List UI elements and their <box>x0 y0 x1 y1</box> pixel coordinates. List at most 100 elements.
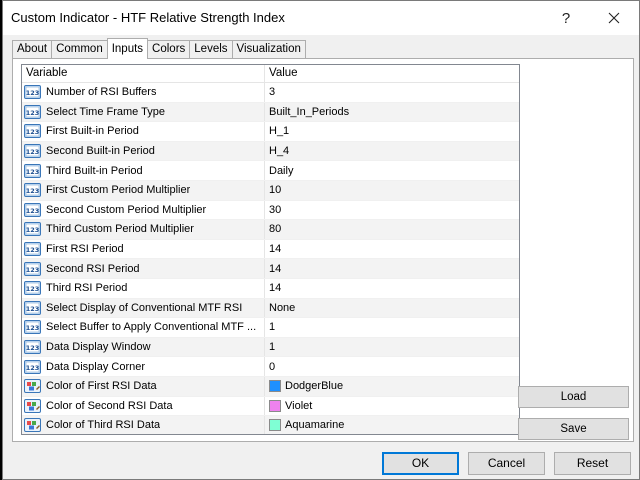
numeric-param-icon: 123 <box>24 281 41 296</box>
close-button[interactable] <box>591 1 637 35</box>
value-cell[interactable]: 1 <box>265 318 519 337</box>
inputs-grid: Variable Value 123 Number of RSI Buffers 3… <box>21 64 520 435</box>
table-row[interactable]: 123 Select Buffer to Apply Conventional M… <box>22 318 519 338</box>
column-header-value[interactable]: Value <box>265 65 519 82</box>
numeric-param-icon: 123 <box>24 85 41 100</box>
variable-cell[interactable]: 123 Select Buffer to Apply Conventional M… <box>22 318 265 337</box>
inputs-panel: Variable Value 123 Number of RSI Buffers 3… <box>12 58 634 442</box>
svg-text:123: 123 <box>26 266 40 274</box>
param-name: Color of Second RSI Data <box>46 399 173 412</box>
numeric-param-icon: 123 <box>24 124 41 139</box>
color-param-icon <box>24 379 41 394</box>
value-cell[interactable]: 1 <box>265 338 519 357</box>
svg-text:123: 123 <box>26 168 40 176</box>
table-row[interactable]: 123 Second RSI Period 14 <box>22 259 519 279</box>
value-cell[interactable]: 14 <box>265 279 519 298</box>
value-cell[interactable]: Violet <box>265 397 519 416</box>
tab-levels[interactable]: Levels <box>189 40 233 59</box>
value-cell[interactable]: None <box>265 299 519 318</box>
variable-cell[interactable]: 123 Second RSI Period <box>22 259 265 278</box>
tab-visualization[interactable]: Visualization <box>231 40 306 59</box>
table-row[interactable]: 123 Second Custom Period Multiplier 30 <box>22 200 519 221</box>
variable-cell[interactable]: 123 Number of RSI Buffers <box>22 83 265 102</box>
table-row[interactable]: Color of Second RSI Data Violet <box>22 396 519 417</box>
table-row[interactable]: 123 Third RSI Period 14 <box>22 278 519 299</box>
value-cell[interactable]: 14 <box>265 240 519 259</box>
variable-cell[interactable]: 123 Third RSI Period <box>22 278 265 298</box>
value-cell[interactable]: 0 <box>265 357 519 376</box>
param-value: 1 <box>269 321 276 334</box>
variable-cell[interactable]: Color of First RSI Data <box>22 376 265 396</box>
variable-cell[interactable]: 123 First Built-in Period <box>22 122 265 141</box>
tab-inputs[interactable]: Inputs <box>106 38 149 59</box>
table-row[interactable]: 123 Select Time Frame Type Built_In_Period… <box>22 102 519 123</box>
value-cell[interactable]: Built_In_Periods <box>265 103 519 122</box>
value-cell[interactable]: 3 <box>265 83 519 102</box>
value-cell[interactable]: 14 <box>265 259 519 278</box>
svg-text:123: 123 <box>26 129 40 137</box>
load-button[interactable]: Load <box>518 386 629 408</box>
param-name: Second Built-in Period <box>46 145 155 158</box>
reset-button[interactable]: Reset <box>554 452 631 475</box>
svg-text:123: 123 <box>26 207 40 215</box>
param-value: H_1 <box>269 125 290 138</box>
svg-text:123: 123 <box>26 364 40 372</box>
table-row[interactable]: 123 Select Display of Conventional MTF RS… <box>22 298 519 319</box>
tab-about[interactable]: About <box>12 40 53 59</box>
table-row[interactable]: 123 Number of RSI Buffers 3 <box>22 83 519 103</box>
variable-cell[interactable]: 123 Third Custom Period Multiplier <box>22 220 265 239</box>
color-param-icon <box>24 398 41 413</box>
ok-button[interactable]: OK <box>382 452 459 475</box>
value-cell[interactable]: 30 <box>265 201 519 220</box>
param-value: 30 <box>269 203 282 216</box>
numeric-param-icon: 123 <box>24 261 41 276</box>
svg-text:123: 123 <box>26 285 40 293</box>
table-row[interactable]: 123 Second Built-in Period H_4 <box>22 141 519 162</box>
table-row[interactable]: 123 First RSI Period 14 <box>22 239 519 260</box>
variable-cell[interactable]: Color of Third RSI Data <box>22 416 265 434</box>
variable-cell[interactable]: 123 Second Custom Period Multiplier <box>22 200 265 220</box>
table-row[interactable]: 123 Third Built-in Period Daily <box>22 161 519 181</box>
value-cell[interactable]: 80 <box>265 220 519 239</box>
numeric-param-icon: 123 <box>24 144 41 159</box>
variable-cell[interactable]: 123 Data Display Window <box>22 337 265 357</box>
variable-cell[interactable]: 123 First RSI Period <box>22 239 265 259</box>
svg-text:123: 123 <box>26 305 40 313</box>
value-cell[interactable]: H_1 <box>265 122 519 141</box>
help-button[interactable]: ? <box>543 1 589 35</box>
table-row[interactable]: 123 First Built-in Period H_1 <box>22 122 519 142</box>
variable-cell[interactable]: Color of Second RSI Data <box>22 396 265 416</box>
tab-common[interactable]: Common <box>51 40 108 59</box>
save-button[interactable]: Save <box>518 418 629 440</box>
table-row[interactable]: 123 Data Display Window 1 <box>22 337 519 358</box>
tab-colors[interactable]: Colors <box>147 40 191 59</box>
svg-text:123: 123 <box>26 344 40 352</box>
cancel-button[interactable]: Cancel <box>468 452 545 475</box>
table-row[interactable]: 123 Third Custom Period Multiplier 80 <box>22 220 519 240</box>
help-label: ? <box>561 9 571 27</box>
table-row[interactable]: Color of First RSI Data DodgerBlue <box>22 376 519 397</box>
value-cell[interactable]: DodgerBlue <box>265 377 519 396</box>
variable-cell[interactable]: 123 Select Time Frame Type <box>22 102 265 122</box>
column-header-variable[interactable]: Variable <box>22 65 265 82</box>
variable-cell[interactable]: 123 First Custom Period Multiplier <box>22 180 265 200</box>
numeric-param-icon: 123 <box>24 340 41 355</box>
variable-cell[interactable]: 123 Select Display of Conventional MTF RS… <box>22 298 265 318</box>
close-icon <box>608 12 620 24</box>
value-cell[interactable]: Daily <box>265 161 519 180</box>
table-row[interactable]: 123 Data Display Corner 0 <box>22 357 519 377</box>
param-value: Daily <box>269 164 294 177</box>
param-name: First RSI Period <box>46 243 124 256</box>
svg-text:123: 123 <box>26 109 40 117</box>
color-swatch <box>269 380 281 393</box>
numeric-param-icon: 123 <box>24 222 41 237</box>
variable-cell[interactable]: 123 Second Built-in Period <box>22 141 265 161</box>
variable-cell[interactable]: 123 Data Display Corner <box>22 357 265 376</box>
table-row[interactable]: 123 First Custom Period Multiplier 10 <box>22 180 519 201</box>
value-cell[interactable]: H_4 <box>265 142 519 161</box>
variable-cell[interactable]: 123 Third Built-in Period <box>22 161 265 180</box>
table-row[interactable]: Color of Third RSI Data Aquamarine <box>22 416 519 434</box>
value-cell[interactable]: Aquamarine <box>265 416 519 434</box>
value-cell[interactable]: 10 <box>265 181 519 200</box>
numeric-param-icon: 123 <box>24 202 41 217</box>
